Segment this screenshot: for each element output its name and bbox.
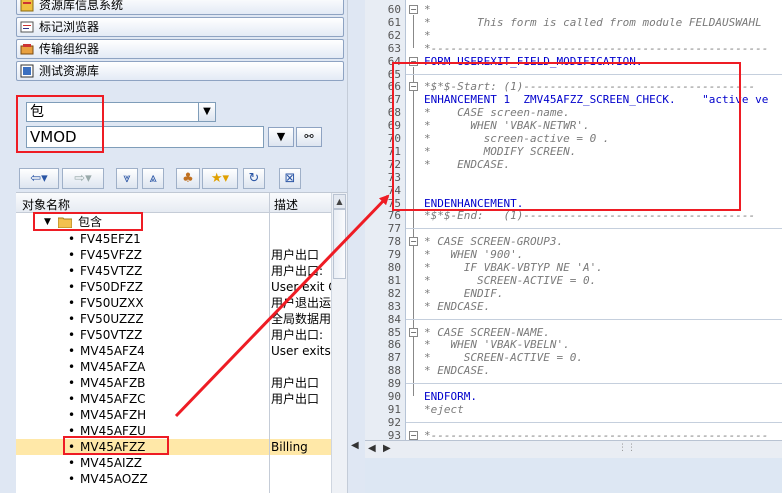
annotation-arrow-icon <box>174 194 390 418</box>
